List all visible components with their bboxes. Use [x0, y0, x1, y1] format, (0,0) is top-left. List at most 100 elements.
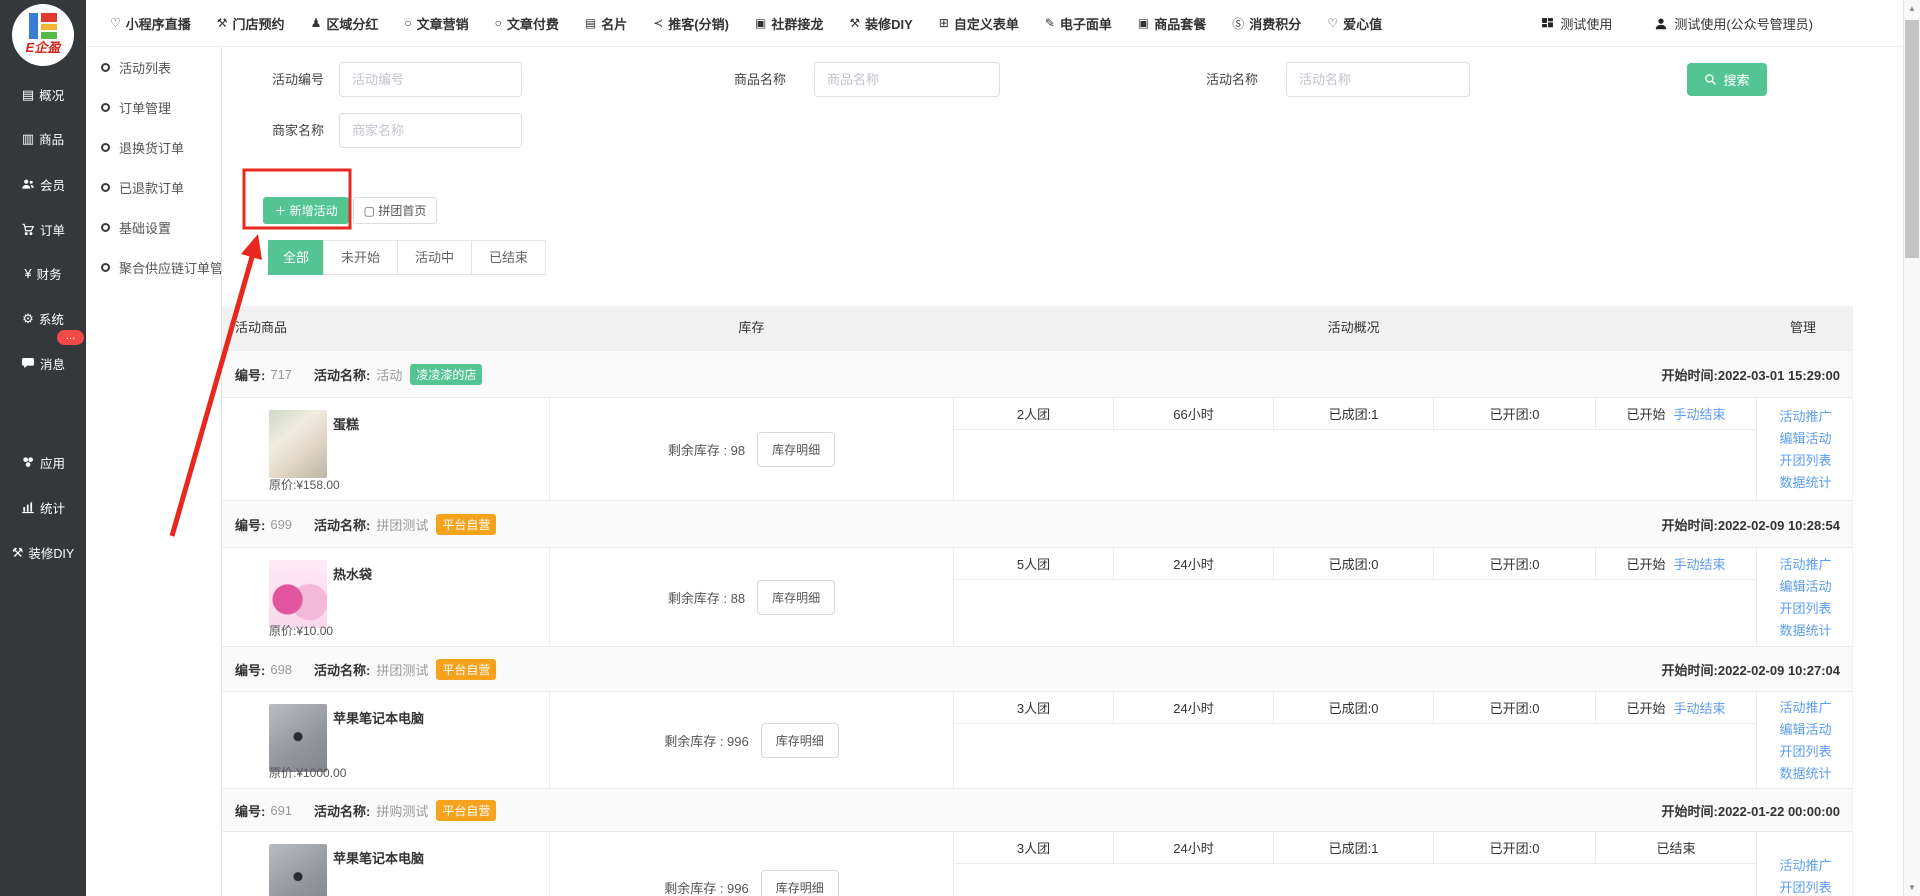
- account-menu[interactable]: 测试使用(公众号管理员): [1654, 14, 1813, 33]
- search-button-label: 搜索: [1723, 70, 1749, 89]
- nav-item-store-booking[interactable]: ⚒门店预约: [217, 14, 285, 33]
- start-time-value: 2022-03-01 15:29:00: [1718, 368, 1840, 383]
- shop-badge: 凌凌漆的店: [410, 364, 482, 385]
- sidebar-item-label: 会员: [40, 175, 65, 194]
- stock-detail-button[interactable]: 库存明细: [757, 432, 835, 467]
- groupon-home-button[interactable]: ▢ 拼团首页: [353, 197, 437, 224]
- data-stats-link[interactable]: 数据统计: [1779, 473, 1831, 492]
- group-list-link[interactable]: 开团列表: [1779, 599, 1831, 618]
- start-time: 开始时间:2022-02-09 10:27:04: [1662, 660, 1841, 679]
- nav-item-custom-form[interactable]: ⊞自定义表单: [939, 14, 1019, 33]
- vertical-scrollbar[interactable]: ▲ ▼: [1903, 0, 1920, 896]
- submenu-label: 订单管理: [119, 98, 171, 117]
- activity-name-value: 拼团测试: [376, 660, 428, 679]
- sidebar-item-orders[interactable]: 订单: [0, 207, 86, 251]
- manual-end-link[interactable]: 手动结束: [1674, 404, 1726, 423]
- product-name-input[interactable]: [814, 62, 1000, 97]
- sidebar-item-decorate-diy[interactable]: ⚒ 装修DIY: [0, 530, 86, 574]
- promote-link[interactable]: 活动推广: [1779, 698, 1831, 717]
- nav-item-e-waybill[interactable]: ✎电子面单: [1045, 14, 1112, 33]
- tools-icon: ⚒: [217, 16, 228, 30]
- submenu-item-basic-settings[interactable]: 基础设置: [86, 207, 221, 247]
- yen-icon: ¥: [24, 267, 31, 280]
- scroll-down-arrow-icon[interactable]: ▼: [1904, 883, 1920, 892]
- stock-detail-button[interactable]: 库存明细: [761, 870, 839, 896]
- start-time: 开始时间:2022-02-09 10:28:54: [1662, 515, 1841, 534]
- nav-item-live[interactable]: ♡小程序直播: [110, 14, 191, 33]
- submenu-item-activity-list[interactable]: 活动列表: [86, 47, 221, 87]
- topbar-right: 测试使用 测试使用(公众号管理员): [1541, 0, 1813, 47]
- workspace-switcher[interactable]: 测试使用: [1541, 14, 1612, 33]
- nav-label: 商品套餐: [1154, 14, 1206, 33]
- promote-link[interactable]: 活动推广: [1779, 407, 1831, 426]
- start-time-label: 开始时间:: [1662, 663, 1718, 678]
- submenu-label: 基础设置: [119, 218, 171, 237]
- team-size: 3人团: [954, 832, 1114, 863]
- group-list-link[interactable]: 开团列表: [1779, 878, 1831, 896]
- nav-item-product-bundle[interactable]: ▣商品套餐: [1138, 14, 1206, 33]
- nav-item-region-dividend[interactable]: ♟区域分红: [311, 14, 379, 33]
- promote-link[interactable]: 活动推广: [1779, 856, 1831, 875]
- nav-item-article-marketing[interactable]: ○文章营销: [404, 14, 468, 33]
- data-stats-link[interactable]: 数据统计: [1779, 764, 1831, 783]
- nav-item-community-chain[interactable]: ▣社群接龙: [755, 14, 823, 33]
- edit-activity-link[interactable]: 编辑活动: [1779, 429, 1831, 448]
- group-list-link[interactable]: 开团列表: [1779, 451, 1831, 470]
- sidebar-item-apps[interactable]: 应用: [0, 440, 86, 484]
- overview-icon: ▤: [22, 88, 34, 101]
- edit-activity-link[interactable]: 编辑活动: [1779, 577, 1831, 596]
- scroll-up-arrow-icon[interactable]: ▲: [1904, 4, 1920, 13]
- activity-name-input[interactable]: [1286, 62, 1470, 97]
- merchant-name-input[interactable]: [339, 113, 522, 148]
- activity-no-value: 698: [270, 662, 292, 677]
- stock-detail-button[interactable]: 库存明细: [757, 580, 835, 615]
- data-stats-link[interactable]: 数据统计: [1779, 621, 1831, 640]
- activity-name-value: 拼购测试: [376, 801, 428, 820]
- nav-item-decorate-diy[interactable]: ⚒装修DIY: [849, 14, 912, 33]
- group-list-link[interactable]: 开团列表: [1779, 742, 1831, 761]
- promote-link[interactable]: 活动推广: [1779, 555, 1831, 574]
- nav-item-points[interactable]: Ⓢ消费积分: [1232, 14, 1301, 33]
- submenu-item-return-orders[interactable]: 退换货订单: [86, 127, 221, 167]
- sidebar-item-label: 概况: [39, 85, 64, 104]
- stock-detail-button[interactable]: 库存明细: [761, 723, 839, 758]
- manual-end-link[interactable]: 手动结束: [1674, 698, 1726, 717]
- sidebar-item-finance[interactable]: ¥ 财务: [0, 251, 86, 295]
- nav-item-love-value[interactable]: ♡爱心值: [1327, 14, 1382, 33]
- submenu-item-supply-chain-orders[interactable]: 聚合供应链订单管: [86, 247, 221, 287]
- secondary-sidebar: 活动列表 订单管理 退换货订单 已退款订单 基础设置 聚合供应链订单管: [86, 47, 222, 896]
- scrollbar-thumb[interactable]: [1905, 20, 1919, 258]
- sidebar-item-messages[interactable]: 消息 …: [0, 341, 86, 385]
- activity-product-row: 热水袋 原价:¥10.00 剩余库存 : 88 库存明细 5人团 24小时 已成…: [221, 548, 1852, 646]
- tab-all[interactable]: 全部: [268, 240, 324, 275]
- submenu-label: 活动列表: [119, 58, 171, 77]
- brand-logo[interactable]: E企盈: [12, 4, 74, 66]
- product-price: 原价:¥158.00: [269, 476, 340, 493]
- tab-not-started[interactable]: 未开始: [323, 240, 398, 275]
- primary-sidebar: E企盈 ▤ 概况 ▥ 商品 会员 订单 ¥ 财务 ⚙ 系统 消息 …: [0, 0, 86, 896]
- activity-no-input[interactable]: [339, 62, 522, 97]
- nav-item-distribution[interactable]: ≺推客(分销): [653, 14, 729, 33]
- sidebar-item-overview[interactable]: ▤ 概况: [0, 72, 86, 116]
- brand-logo-text: E企盈: [12, 37, 74, 56]
- sidebar-item-members[interactable]: 会员: [0, 162, 86, 206]
- submenu-item-refunded-orders[interactable]: 已退款订单: [86, 167, 221, 207]
- add-activity-button[interactable]: ＋ 新增活动: [263, 197, 349, 224]
- search-button[interactable]: 搜索: [1687, 63, 1767, 96]
- stats-strip: 3人团 24小时 已成团:0 已开团:0 已开始 手动结束: [954, 692, 1756, 724]
- tab-ended[interactable]: 已结束: [471, 240, 546, 275]
- nav-item-business-card[interactable]: ▤名片: [585, 14, 627, 33]
- stats-strip: 3人团 24小时 已成团:1 已开团:0 已结束: [954, 832, 1756, 864]
- opened-groups: 已开团:0: [1434, 398, 1596, 429]
- brand-logo-mark: [29, 13, 59, 39]
- heart-icon: ♡: [110, 16, 121, 30]
- tab-in-progress[interactable]: 活动中: [397, 240, 472, 275]
- submenu-item-order-management[interactable]: 订单管理: [86, 87, 221, 127]
- sidebar-item-statistics[interactable]: 统计: [0, 485, 86, 529]
- sidebar-item-products[interactable]: ▥ 商品: [0, 116, 86, 160]
- nav-item-article-pay[interactable]: ○文章付费: [495, 14, 559, 33]
- edit-activity-link[interactable]: 编辑活动: [1779, 720, 1831, 739]
- manual-end-link[interactable]: 手动结束: [1674, 554, 1726, 573]
- manage-cell: 活动推广 编辑活动 开团列表 数据统计: [1756, 548, 1854, 646]
- submenu-label: 聚合供应链订单管: [119, 258, 221, 277]
